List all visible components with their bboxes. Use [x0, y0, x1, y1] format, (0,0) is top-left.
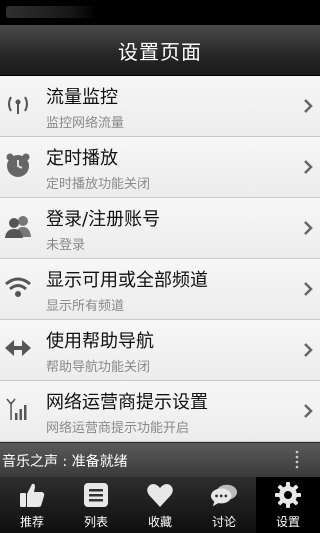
settings-item-login-register[interactable]: 登录/注册账号 未登录	[0, 198, 320, 259]
tab-label: 设置	[275, 515, 300, 529]
antenna-icon	[4, 90, 32, 118]
status-bar-blur	[6, 6, 96, 18]
player-bar[interactable]: 音乐之声 : 准备就绪	[0, 442, 320, 477]
chevron-right-icon	[304, 99, 313, 113]
settings-item-sub: 显示所有频道	[46, 299, 125, 314]
settings-item-sub: 监控网络流量	[46, 116, 125, 131]
tab-list[interactable]: 列表	[64, 477, 128, 533]
settings-item-label: 网络运营商提示设置	[46, 392, 208, 413]
settings-item-sub: 未登录	[46, 238, 86, 253]
list-icon	[82, 481, 110, 509]
settings-list: 流量监控 监控网络流量 定时播放 定时播放功能关闭 登录/注册账号 未登录 显示…	[0, 76, 320, 442]
tab-label: 讨论	[211, 515, 236, 529]
tab-label: 收藏	[147, 515, 172, 529]
gear-icon	[274, 481, 302, 509]
wifi-icon	[4, 273, 32, 301]
settings-item-carrier-prompt[interactable]: 网络运营商提示设置 网络运营商提示功能开启	[0, 381, 320, 442]
tab-label: 列表	[83, 515, 108, 529]
settings-item-sub: 帮助导航功能关闭	[46, 360, 151, 375]
tab-recommend[interactable]: 推荐	[0, 477, 64, 533]
settings-item-sub: 定时播放功能关闭	[46, 177, 151, 192]
settings-item-sub: 网络运营商提示功能开启	[46, 421, 190, 436]
users-icon	[4, 212, 32, 240]
drag-handle-icon[interactable]	[294, 449, 300, 471]
settings-item-traffic-monitor[interactable]: 流量监控 监控网络流量	[0, 76, 320, 137]
chevron-right-icon	[304, 404, 313, 418]
heart-icon	[146, 481, 174, 509]
chevron-right-icon	[304, 160, 313, 174]
settings-item-timer-playback[interactable]: 定时播放 定时播放功能关闭	[0, 137, 320, 198]
settings-item-label: 使用帮助导航	[46, 331, 154, 352]
settings-item-label: 登录/注册账号	[46, 209, 161, 230]
tab-discussion[interactable]: 讨论	[192, 477, 256, 533]
tab-favorites[interactable]: 收藏	[128, 477, 192, 533]
page-title: 设置页面	[118, 39, 202, 64]
status-bar	[0, 0, 320, 25]
thumbs-up-icon	[18, 481, 46, 509]
title-bar: 设置页面	[0, 25, 320, 76]
settings-item-help-nav[interactable]: 使用帮助导航 帮助导航功能关闭	[0, 320, 320, 381]
tab-label: 推荐	[19, 515, 44, 529]
tab-settings[interactable]: 设置	[256, 477, 320, 533]
settings-item-channels[interactable]: 显示可用或全部频道 显示所有频道	[0, 259, 320, 320]
settings-item-label: 定时播放	[46, 148, 118, 169]
chevron-right-icon	[304, 343, 313, 357]
signal-icon	[4, 395, 32, 423]
tab-bar: 推荐 列表 收藏 讨论 设置	[0, 477, 320, 533]
chevron-right-icon	[304, 282, 313, 296]
arrows-icon	[4, 334, 32, 362]
clock-icon	[4, 151, 32, 179]
settings-item-label: 显示可用或全部频道	[46, 270, 208, 291]
player-status: 音乐之声 : 准备就绪	[2, 454, 128, 470]
chat-icon	[210, 481, 238, 509]
chevron-right-icon	[304, 221, 313, 235]
settings-item-label: 流量监控	[46, 87, 118, 108]
